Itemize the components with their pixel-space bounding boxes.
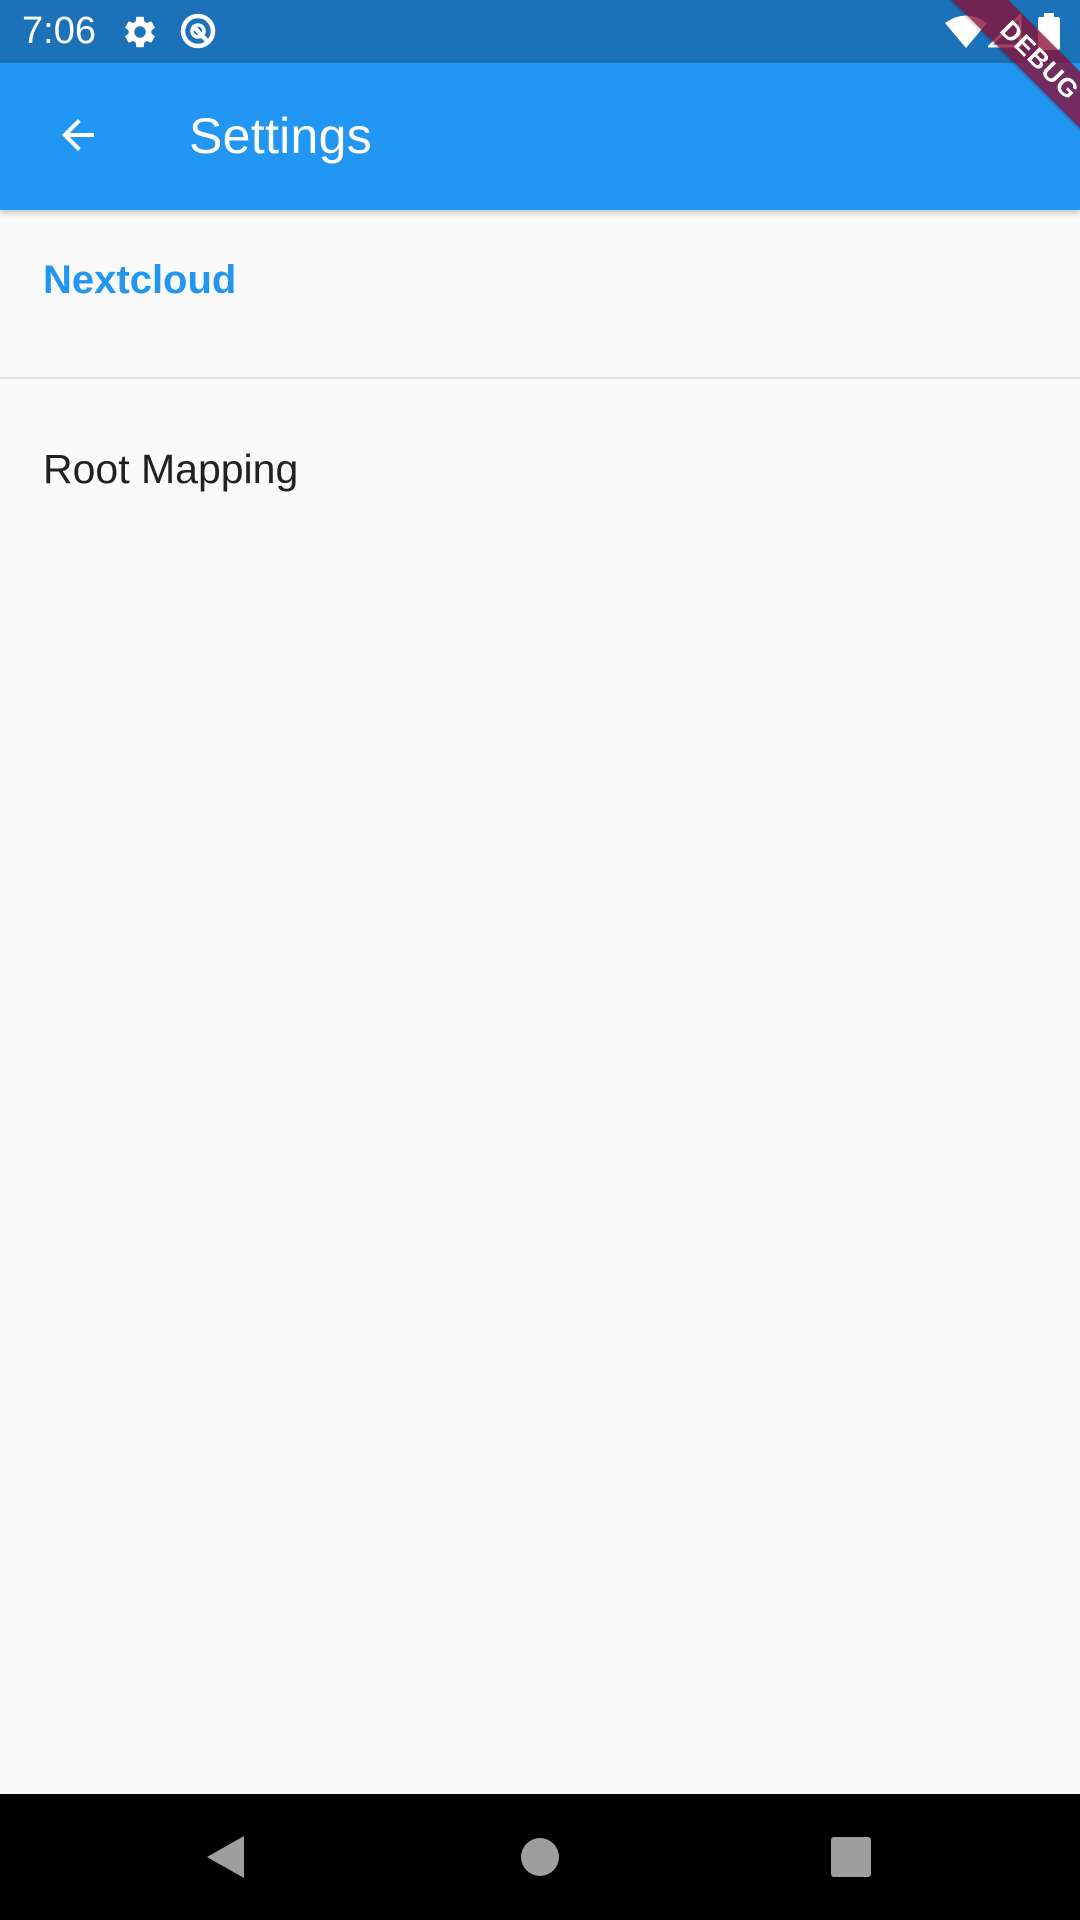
home-circle-icon [521, 1838, 559, 1876]
settings-screen: 7:06 Settings DEBUG Nextcloud Root Mappi… [0, 0, 1080, 1920]
page-title: Settings [189, 108, 373, 164]
status-bar: 7:06 [0, 0, 1080, 63]
nav-recents-button[interactable] [806, 1814, 896, 1900]
nav-home-button[interactable] [495, 1814, 585, 1900]
settings-item-label: Root Mapping [43, 446, 299, 492]
data-saver-icon [180, 13, 216, 49]
back-triangle-icon [207, 1836, 244, 1878]
nav-back-button[interactable] [180, 1814, 270, 1900]
section-header-nextcloud: Nextcloud [43, 258, 237, 302]
app-bar: Settings [0, 63, 1080, 210]
gear-icon [125, 16, 155, 48]
status-time: 7:06 [22, 10, 96, 52]
recents-square-icon [831, 1837, 871, 1877]
settings-item-root-mapping[interactable]: Root Mapping [0, 420, 1080, 525]
back-button[interactable] [30, 87, 126, 183]
section-divider [0, 377, 1080, 379]
arrow-back-icon [62, 119, 94, 151]
navigation-bar [0, 1794, 1080, 1920]
